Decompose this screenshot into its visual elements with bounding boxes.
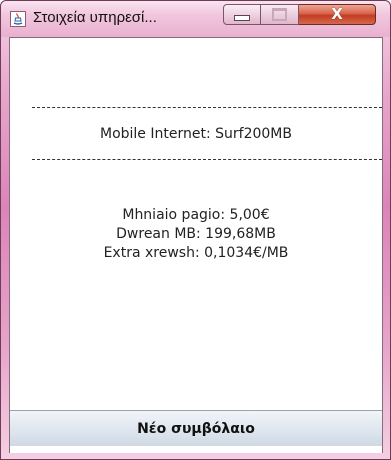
window-title: Στοιχεία υπηρεσί... — [33, 9, 157, 26]
maximize-button[interactable] — [261, 4, 299, 25]
java-app-icon — [10, 11, 26, 27]
minimize-icon — [234, 15, 250, 21]
minimize-button[interactable] — [223, 4, 261, 25]
divider-top — [32, 107, 382, 108]
service-name: Mobile Internet: Surf200MB — [100, 126, 292, 142]
free-mb: Dwrean MB: 199,68MB — [116, 226, 276, 242]
service-details: Mhniaio pagio: 5,00€ Dwrean MB: 199,68MB… — [10, 206, 382, 263]
title-bar[interactable]: Στοιχεία υπηρεσί... X — [1, 1, 390, 37]
divider-bottom — [32, 159, 382, 160]
close-button[interactable]: X — [299, 4, 376, 25]
new-contract-button[interactable]: Νέο συμβόλαιο — [10, 410, 382, 446]
content-panel: Mobile Internet: Surf200MB Mhniaio pagio… — [9, 37, 383, 453]
dialog-window: Στοιχεία υπηρεσί... X Mobile Internet: S… — [0, 0, 391, 460]
close-icon: X — [331, 5, 343, 23]
extra-charge: Extra xrewsh: 0,1034€/MB — [103, 245, 289, 261]
maximize-icon — [272, 8, 287, 21]
monthly-fee: Mhniaio pagio: 5,00€ — [122, 207, 270, 223]
